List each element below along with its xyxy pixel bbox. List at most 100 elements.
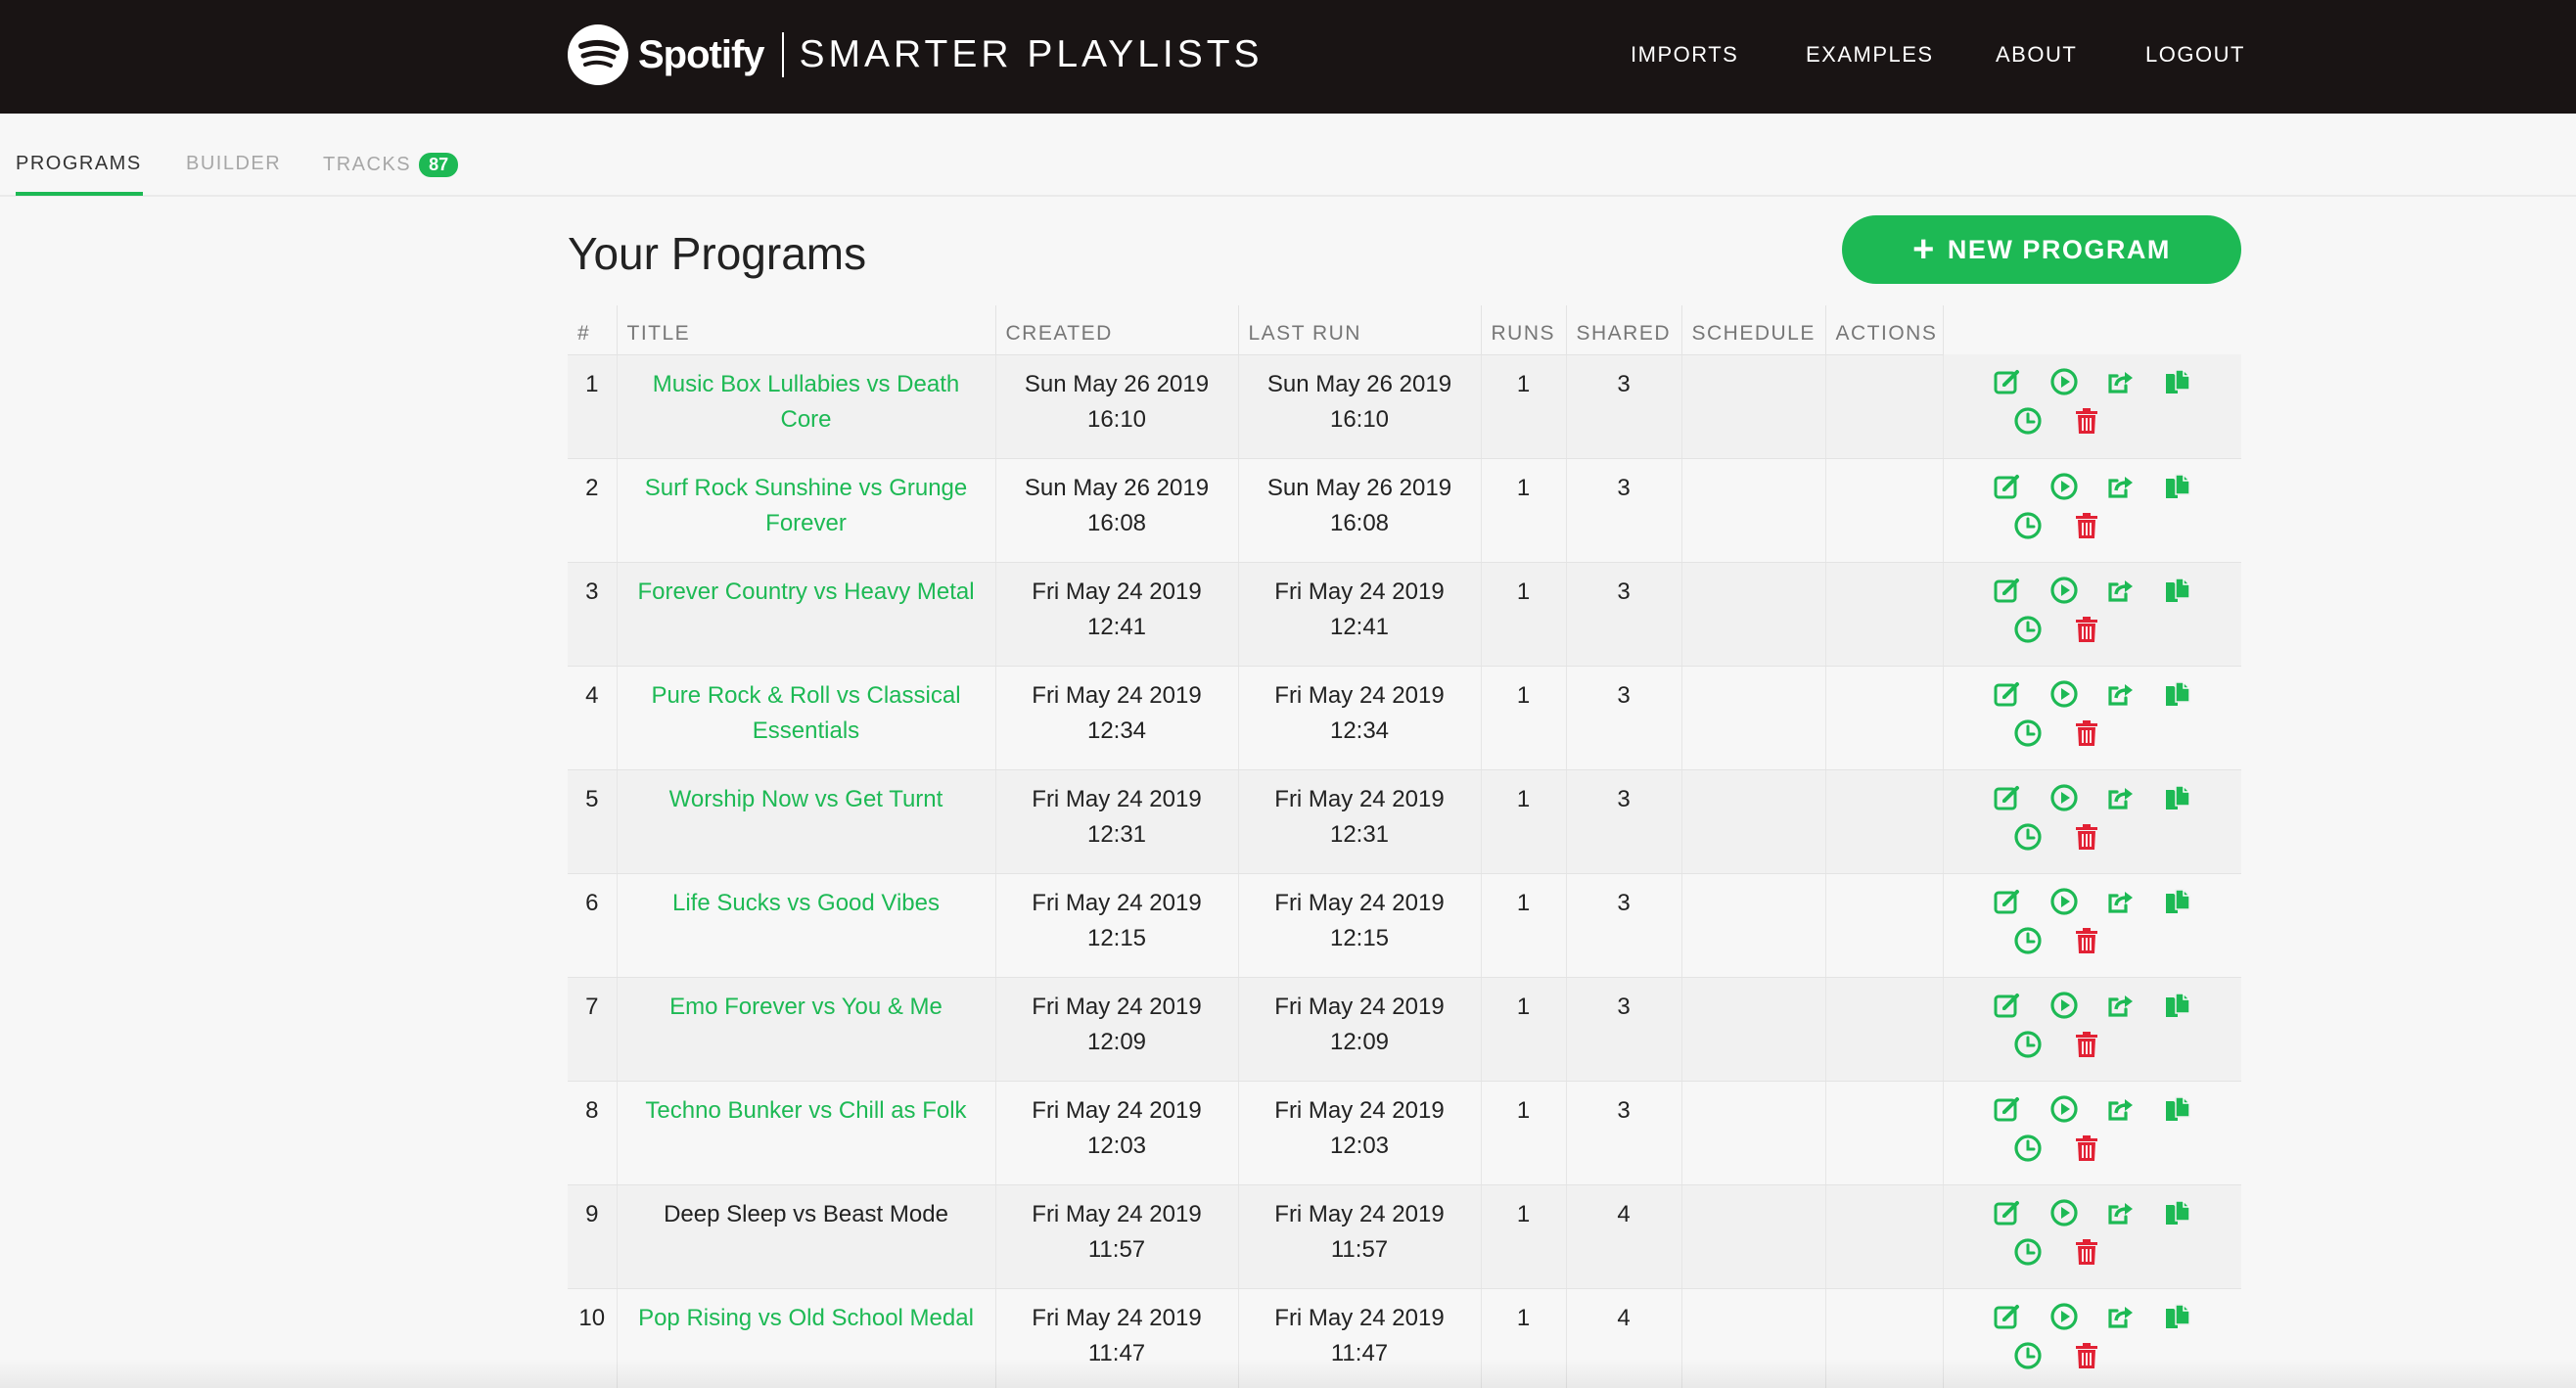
- brand-logo[interactable]: Spotify SMARTER PLAYLISTS: [568, 22, 1264, 88]
- edit-icon[interactable]: [1992, 1301, 2023, 1332]
- edit-icon[interactable]: [1992, 1093, 2023, 1125]
- play-icon[interactable]: [2048, 366, 2080, 397]
- actions-row-primary: [1944, 573, 2242, 608]
- header-runs[interactable]: RUNS: [1481, 305, 1567, 355]
- delete-trash-icon[interactable]: [2071, 1236, 2102, 1268]
- share-icon[interactable]: [2105, 886, 2137, 917]
- copy-icon[interactable]: [2162, 471, 2193, 502]
- copy-icon[interactable]: [2162, 886, 2193, 917]
- copy-icon[interactable]: [2162, 990, 2193, 1021]
- header-num[interactable]: #: [568, 305, 618, 355]
- schedule-clock-icon[interactable]: [2012, 1236, 2044, 1268]
- copy-icon[interactable]: [2162, 1093, 2193, 1125]
- copy-icon[interactable]: [2162, 782, 2193, 813]
- delete-trash-icon[interactable]: [2071, 821, 2102, 853]
- tab-builder[interactable]: BUILDER: [186, 153, 281, 175]
- program-title-link[interactable]: Life Sucks vs Good Vibes: [672, 890, 940, 916]
- edit-icon[interactable]: [1992, 678, 2023, 710]
- program-title-link[interactable]: Forever Country vs Heavy Metal: [637, 578, 974, 605]
- table-row: 6 Life Sucks vs Good Vibes Fri May 24 20…: [568, 873, 2242, 978]
- table-row: 8 Techno Bunker vs Chill as Folk Fri May…: [568, 1081, 2241, 1185]
- schedule-clock-icon[interactable]: [2012, 614, 2044, 645]
- delete-trash-icon[interactable]: [2071, 925, 2102, 956]
- play-icon[interactable]: [2048, 990, 2080, 1021]
- program-title-link[interactable]: Music Box Lullabies vs Death Core: [653, 371, 959, 433]
- edit-icon[interactable]: [1992, 782, 2023, 813]
- schedule-clock-icon[interactable]: [2012, 821, 2044, 853]
- share-icon[interactable]: [2105, 1197, 2137, 1228]
- tab-programs[interactable]: PROGRAMS: [16, 153, 142, 175]
- runs-cell: 1: [1481, 1081, 1567, 1185]
- program-title-link[interactable]: Surf Rock Sunshine vs Grunge Forever: [645, 475, 968, 536]
- header-shared[interactable]: SHARED: [1566, 305, 1682, 355]
- edit-icon[interactable]: [1992, 471, 2023, 502]
- copy-icon[interactable]: [2162, 575, 2193, 606]
- edit-icon[interactable]: [1992, 990, 2023, 1021]
- actions-cell: [1943, 666, 2241, 770]
- row-number: 6: [568, 873, 618, 978]
- share-icon[interactable]: [2105, 471, 2137, 502]
- program-title-link[interactable]: Emo Forever vs You & Me: [669, 994, 943, 1020]
- share-icon[interactable]: [2105, 575, 2137, 606]
- delete-trash-icon[interactable]: [2071, 717, 2102, 749]
- nav-imports-link[interactable]: IMPORTS: [1631, 42, 1738, 68]
- nav-logout-link[interactable]: LOGOUT: [2145, 42, 2245, 68]
- share-icon[interactable]: [2105, 1301, 2137, 1332]
- schedule-clock-icon[interactable]: [2012, 510, 2044, 541]
- edit-icon[interactable]: [1992, 575, 2023, 606]
- play-icon[interactable]: [2048, 471, 2080, 502]
- delete-trash-icon[interactable]: [2071, 405, 2102, 437]
- created-time: 12:15: [1086, 924, 1147, 951]
- schedule-clock-icon[interactable]: [2012, 1133, 2044, 1164]
- play-icon[interactable]: [2048, 1093, 2080, 1125]
- header-schedule[interactable]: SCHEDULE: [1681, 305, 1826, 355]
- program-title-link[interactable]: Worship Now vs Get Turnt: [669, 786, 943, 812]
- actions-label-spacer: [1825, 666, 1944, 770]
- shared-cell: 3: [1566, 354, 1682, 459]
- schedule-clock-icon[interactable]: [2012, 717, 2044, 749]
- new-program-button[interactable]: + NEW PROGRAM: [1842, 215, 2241, 284]
- schedule-clock-icon[interactable]: [2012, 405, 2044, 437]
- play-icon[interactable]: [2048, 1301, 2080, 1332]
- play-icon[interactable]: [2048, 1197, 2080, 1228]
- schedule-clock-icon[interactable]: [2012, 925, 2044, 956]
- actions-label-spacer: [1825, 458, 1944, 563]
- edit-icon[interactable]: [1992, 1197, 2023, 1228]
- last-run-date: Sun May 26 2019: [1266, 370, 1452, 397]
- copy-icon[interactable]: [2162, 678, 2193, 710]
- program-title-link[interactable]: Techno Bunker vs Chill as Folk: [645, 1097, 966, 1124]
- play-icon[interactable]: [2048, 678, 2080, 710]
- delete-trash-icon[interactable]: [2071, 614, 2102, 645]
- program-title-link[interactable]: Pop Rising vs Old School Medal: [638, 1305, 974, 1331]
- actions-row-secondary: [1944, 1131, 2172, 1166]
- created-time: 12:31: [1086, 820, 1147, 848]
- nav-about-link[interactable]: ABOUT: [1996, 42, 2077, 68]
- play-icon[interactable]: [2048, 575, 2080, 606]
- edit-icon[interactable]: [1992, 366, 2023, 397]
- edit-icon[interactable]: [1992, 886, 2023, 917]
- share-icon[interactable]: [2105, 678, 2137, 710]
- share-icon[interactable]: [2105, 366, 2137, 397]
- schedule-clock-icon[interactable]: [2012, 1029, 2044, 1060]
- actions-row-primary: [1944, 884, 2242, 919]
- header-title[interactable]: TITLE: [617, 305, 996, 355]
- program-title-link[interactable]: Pure Rock & Roll vs Classical Essentials: [651, 682, 960, 744]
- delete-trash-icon[interactable]: [2071, 1029, 2102, 1060]
- copy-icon[interactable]: [2162, 1301, 2193, 1332]
- delete-trash-icon[interactable]: [2071, 1133, 2102, 1164]
- header-last-run[interactable]: LAST RUN: [1238, 305, 1482, 355]
- share-icon[interactable]: [2105, 782, 2137, 813]
- play-icon[interactable]: [2048, 886, 2080, 917]
- header-created[interactable]: CREATED: [995, 305, 1239, 355]
- copy-icon[interactable]: [2162, 1197, 2193, 1228]
- copy-icon[interactable]: [2162, 366, 2193, 397]
- share-icon[interactable]: [2105, 990, 2137, 1021]
- delete-trash-icon[interactable]: [2071, 510, 2102, 541]
- play-icon[interactable]: [2048, 782, 2080, 813]
- created-cell: Fri May 24 2019 12:15: [995, 873, 1239, 978]
- nav-examples-link[interactable]: EXAMPLES: [1806, 42, 1934, 68]
- bottom-shadow: [0, 1359, 2576, 1388]
- tab-tracks[interactable]: TRACKS 87: [323, 153, 459, 177]
- share-icon[interactable]: [2105, 1093, 2137, 1125]
- last-run-time: 12:15: [1329, 924, 1390, 951]
